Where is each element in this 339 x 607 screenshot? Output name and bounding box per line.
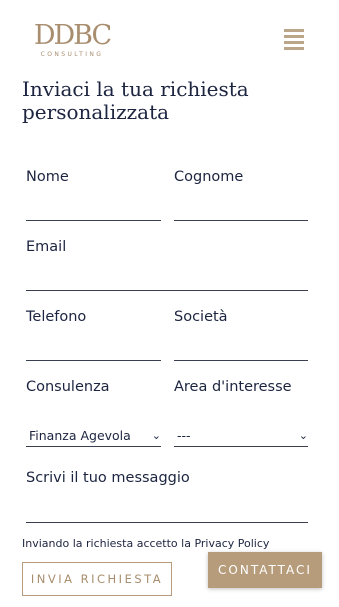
societa-field[interactable]: Società [174, 307, 308, 363]
nome-input-underline[interactable] [26, 220, 161, 221]
form-title-line2: personalizzata [22, 100, 170, 124]
telefono-label: Telefono [26, 309, 87, 325]
consulenza-selected-value: Finanza Agevola [29, 428, 131, 443]
email-field[interactable]: Email [26, 237, 308, 293]
area-field[interactable]: Area d'interesse --- ⌄ [174, 377, 308, 454]
hamburger-menu-icon[interactable] [283, 28, 305, 50]
area-select[interactable]: --- ⌄ [174, 426, 308, 447]
email-label: Email [26, 239, 67, 255]
societa-label: Società [174, 309, 228, 325]
email-input-underline[interactable] [26, 290, 308, 291]
cognome-field[interactable]: Cognome [174, 167, 308, 223]
chevron-down-icon: ⌄ [298, 429, 308, 442]
invia-richiesta-button[interactable]: INVIA RICHIESTA [22, 562, 172, 596]
messaggio-field[interactable]: Scrivi il tuo messaggio [26, 468, 308, 524]
ddbc-logo[interactable]: DDBC CONSULTING [30, 20, 114, 60]
telefono-input-underline[interactable] [26, 360, 161, 361]
form-title: Inviaci la tua richiesta personalizzata [22, 78, 322, 124]
logo-wordmark: DDBC [33, 20, 112, 51]
chevron-down-icon: ⌄ [151, 429, 161, 442]
societa-input-underline[interactable] [174, 360, 308, 361]
cognome-input-underline[interactable] [174, 220, 308, 221]
telefono-field[interactable]: Telefono [26, 307, 161, 363]
consulenza-field[interactable]: Consulenza Finanza Agevola ⌄ [26, 377, 161, 454]
privacy-notice: Inviando la richiesta accetto la Privacy… [22, 537, 270, 550]
contattaci-button[interactable]: CONTATTACI [208, 552, 322, 588]
nome-label: Nome [26, 169, 69, 185]
nome-field[interactable]: Nome [26, 167, 161, 223]
area-label: Area d'interesse [174, 379, 292, 395]
cognome-label: Cognome [174, 169, 244, 185]
logo-tagline: CONSULTING [40, 51, 104, 58]
area-selected-value: --- [177, 428, 191, 443]
consulenza-label: Consulenza [26, 379, 110, 395]
messaggio-label: Scrivi il tuo messaggio [26, 470, 190, 486]
site-header: DDBC CONSULTING [0, 0, 339, 70]
consulenza-select[interactable]: Finanza Agevola ⌄ [26, 426, 161, 447]
form-title-line1: Inviaci la tua richiesta [22, 77, 249, 101]
messaggio-textarea-underline[interactable] [26, 522, 308, 523]
